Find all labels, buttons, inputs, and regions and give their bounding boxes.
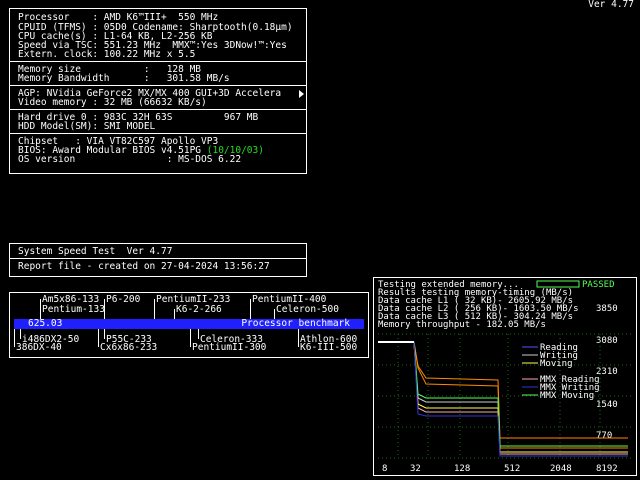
benchmark-value: 625.03 — [28, 318, 63, 329]
cpu-reference-label: K6-2-266 — [176, 304, 222, 315]
legend-label: MMX Moving — [540, 391, 594, 401]
divider — [10, 109, 306, 110]
progress-box — [536, 280, 580, 288]
hdd-model-line: HDD Model(SM): SMI MODEL — [18, 121, 156, 132]
cpu-tick-line — [250, 299, 251, 319]
cpu-reference-label: K6-III-500 — [300, 342, 358, 353]
memory-bandwidth-line: Memory Bandwidth : 301.58 MB/s — [18, 73, 230, 84]
cpu-tick-line — [298, 329, 299, 347]
cpu-tick-line — [14, 329, 15, 347]
clock-line: Extern. clock: 100.22 MHz x 5.5 — [18, 49, 196, 60]
x-axis-label: 512 — [504, 464, 520, 474]
divider — [10, 258, 306, 259]
cpu-tick-line — [198, 329, 199, 339]
speed-test-panel: System Speed Test Ver 4.77 Report file -… — [9, 243, 307, 277]
cpu-tick-line — [20, 329, 21, 339]
x-axis-label: 8 — [382, 464, 387, 474]
video-memory-line: Video memory : 32 MB (66632 KB/s) — [18, 97, 207, 108]
x-axis-label: 32 — [410, 464, 421, 474]
cpu-reference-label: PentiumII-300 — [192, 342, 267, 353]
y-axis-label: 770 — [596, 431, 612, 441]
speed-test-title: System Speed Test Ver 4.77 — [18, 246, 173, 257]
cpu-tick-line — [174, 309, 175, 319]
divider — [10, 85, 306, 86]
memory-graph-panel: Testing extended memory... PASSED Results … — [373, 277, 637, 476]
divider — [10, 61, 306, 62]
benchmark-bar: 625.03 Processor benchmark — [14, 319, 364, 329]
cpu-tick-line — [98, 329, 99, 347]
scroll-right-icon[interactable] — [299, 90, 304, 98]
x-axis-label: 8192 — [596, 464, 618, 474]
system-info-panel: Processor : AMD K6™III+ 550 MHz CPUID (T… — [9, 8, 307, 174]
passed-label: PASSED — [582, 280, 615, 290]
y-axis-label: 3080 — [596, 336, 618, 346]
cpu-reference-label: Celeron-500 — [276, 304, 339, 315]
legend-label: Moving — [540, 359, 573, 369]
x-axis-label: 128 — [454, 464, 470, 474]
benchmark-panel: Am5x86-133 P6-200 PentiumII-233 PentiumII-4… — [9, 292, 369, 358]
x-axis-label: 2048 — [550, 464, 572, 474]
cpu-reference-label: P6-200 — [106, 294, 141, 305]
os-line: OS version : MS-DOS 6.22 — [18, 154, 242, 165]
cpu-reference-label: 386DX-40 — [16, 342, 62, 353]
report-file-line: Report file - created on 27-04-2024 13:5… — [18, 261, 270, 272]
cpu-reference-label: Cx6x86-233 — [100, 342, 158, 353]
version-label: Ver 4.77 — [588, 0, 634, 10]
memory-timing-chart: Testing extended memory... PASSEDResults … — [378, 280, 632, 474]
divider — [10, 133, 306, 134]
y-axis-label: 3850 — [596, 304, 618, 314]
y-axis-label: 1540 — [596, 400, 618, 410]
cpu-tick-line — [104, 329, 105, 339]
benchmark-label: Processor benchmark — [241, 318, 350, 329]
cpu-tick-line — [190, 329, 191, 347]
memory-throughput-result: Memory throughput - 182.05 MB/s — [378, 320, 546, 330]
cpu-reference-label: Pentium-133 — [42, 304, 105, 315]
cpu-tick-line — [154, 299, 155, 319]
